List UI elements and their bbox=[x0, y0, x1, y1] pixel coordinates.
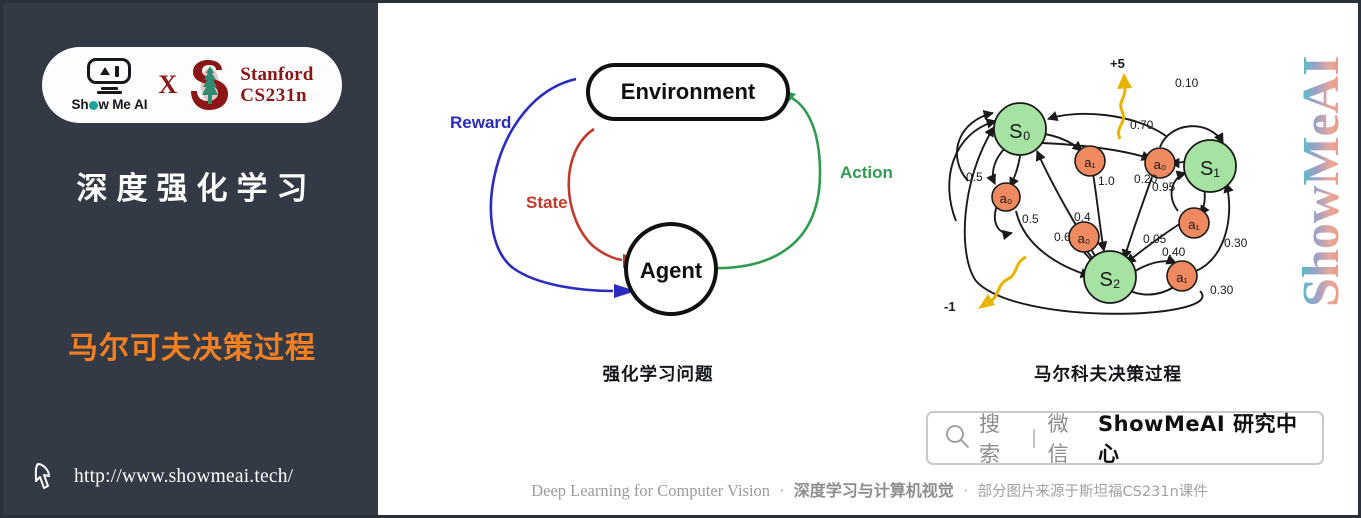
caret-icon bbox=[100, 67, 111, 75]
svg-text:S₂: S₂ bbox=[1099, 269, 1120, 291]
mdp-prob-label: 0.70 bbox=[1130, 118, 1154, 132]
rl-edge-reward-label: Reward bbox=[450, 113, 511, 132]
search-channel: 微信 bbox=[1047, 412, 1070, 466]
x-separator: X bbox=[158, 70, 178, 99]
mdp-prob-label: 0.05 bbox=[1143, 232, 1167, 246]
monitor-icon bbox=[87, 58, 132, 84]
watermark-text: ShowMeAI bbox=[1293, 56, 1350, 307]
sidebar-url-row[interactable]: http://www.showmeai.tech/ bbox=[33, 461, 293, 493]
footer: Deep Learning for Computer Vision · 深度学习… bbox=[378, 477, 1361, 501]
rl-node-agent-label: Agent bbox=[640, 258, 703, 283]
stanford-logo-block: Stanford CS231n bbox=[189, 59, 313, 111]
svg-text:a₀: a₀ bbox=[1000, 191, 1013, 206]
rl-loop-figure: Environment Agent Reward State Action bbox=[408, 43, 908, 333]
sidebar-subtitle: 马尔可夫决策过程 bbox=[68, 331, 316, 366]
showmeai-wordmark: Sh w Me AI bbox=[71, 97, 148, 112]
showmeai-logo: Sh w Me AI bbox=[70, 58, 148, 112]
svg-text:a₁: a₁ bbox=[1084, 155, 1096, 170]
mdp-prob-label: 0.5 bbox=[966, 170, 983, 184]
bar-icon bbox=[115, 65, 119, 77]
sidebar: Sh w Me AI X Stanford CS231n 深度强化学习 马尔可夫… bbox=[0, 0, 378, 518]
logo-pill: Sh w Me AI X Stanford CS231n bbox=[42, 47, 342, 123]
rl-edge-action-label: Action bbox=[840, 163, 893, 182]
mdp-prob-label: 0.95 bbox=[1152, 180, 1176, 194]
stanford-line1: Stanford bbox=[240, 63, 314, 85]
svg-text:a₁: a₁ bbox=[1176, 270, 1188, 285]
svg-text:S₁: S₁ bbox=[1200, 158, 1220, 180]
search-label: 搜索 bbox=[979, 412, 1001, 466]
mdp-prob-label: 0.4 bbox=[1074, 210, 1091, 224]
mdp-figure: a₀ a₁ a₀ a₁ a₀ a₁ S₀ S₁ S₂ +5 -1 0.10 0.… bbox=[938, 51, 1278, 326]
footer-dot-1: · bbox=[779, 481, 785, 500]
sidebar-url-text: http://www.showmeai.tech/ bbox=[74, 466, 294, 487]
sidebar-title: 深度强化学习 bbox=[76, 171, 317, 207]
rl-figure-caption: 强化学习问题 bbox=[602, 365, 714, 385]
mdp-figure-caption: 马尔科夫决策过程 bbox=[1034, 365, 1182, 385]
mdp-prob-label: 0.40 bbox=[1162, 245, 1186, 259]
slide-root: Sh w Me AI X Stanford CS231n 深度强化学习 马尔可夫… bbox=[0, 0, 1361, 518]
mdp-prob-label: 0.30 bbox=[1224, 236, 1248, 250]
svg-text:a₁: a₁ bbox=[1188, 217, 1200, 232]
footer-en: Deep Learning for Computer Vision bbox=[531, 481, 771, 500]
stanford-s-icon bbox=[189, 59, 231, 111]
mdp-prob-label: 0.5 bbox=[1022, 212, 1039, 226]
rl-edge-state-label: State bbox=[526, 193, 568, 212]
showmeai-watermark: ShowMeAI bbox=[1286, 25, 1352, 315]
monitor-base-icon bbox=[96, 91, 122, 94]
mdp-prob-label: 0.10 bbox=[1175, 76, 1199, 90]
footer-cn-bold: 深度学习与计算机视觉 bbox=[793, 481, 954, 500]
search-separator: | bbox=[1031, 426, 1037, 449]
rl-node-environment-label: Environment bbox=[621, 79, 756, 104]
content-area: Environment Agent Reward State Action 强化… bbox=[378, 0, 1361, 518]
search-account: ShowMeAI 研究中心 bbox=[1098, 412, 1298, 466]
mdp-reward-label: +5 bbox=[1110, 56, 1125, 71]
svg-text:S₀: S₀ bbox=[1009, 121, 1031, 143]
svg-text:a₀: a₀ bbox=[1078, 231, 1091, 246]
teal-dot-icon bbox=[88, 101, 98, 110]
mdp-reward-label: -1 bbox=[944, 299, 956, 314]
stanford-wordmark: Stanford CS231n bbox=[240, 64, 313, 107]
reward-minus1-arrow-icon bbox=[978, 294, 995, 309]
cursor-icon bbox=[33, 461, 63, 493]
mdp-prob-label: 1.0 bbox=[1098, 174, 1115, 188]
footer-cn-plain: 部分图片来源于斯坦福CS231n课件 bbox=[977, 484, 1208, 500]
mdp-prob-label: 0.6 bbox=[1054, 230, 1071, 244]
stanford-line2: CS231n bbox=[240, 85, 308, 106]
footer-dot-2: · bbox=[962, 481, 969, 500]
wechat-search-box[interactable]: 搜索 | 微信 ShowMeAI 研究中心 bbox=[926, 411, 1324, 466]
mdp-prob-label: 0.30 bbox=[1210, 283, 1234, 297]
search-icon bbox=[944, 423, 970, 454]
monitor-stand-icon bbox=[100, 86, 118, 90]
svg-text:a₀: a₀ bbox=[1154, 157, 1167, 172]
reward-plus5-arrow-icon bbox=[1117, 73, 1132, 89]
